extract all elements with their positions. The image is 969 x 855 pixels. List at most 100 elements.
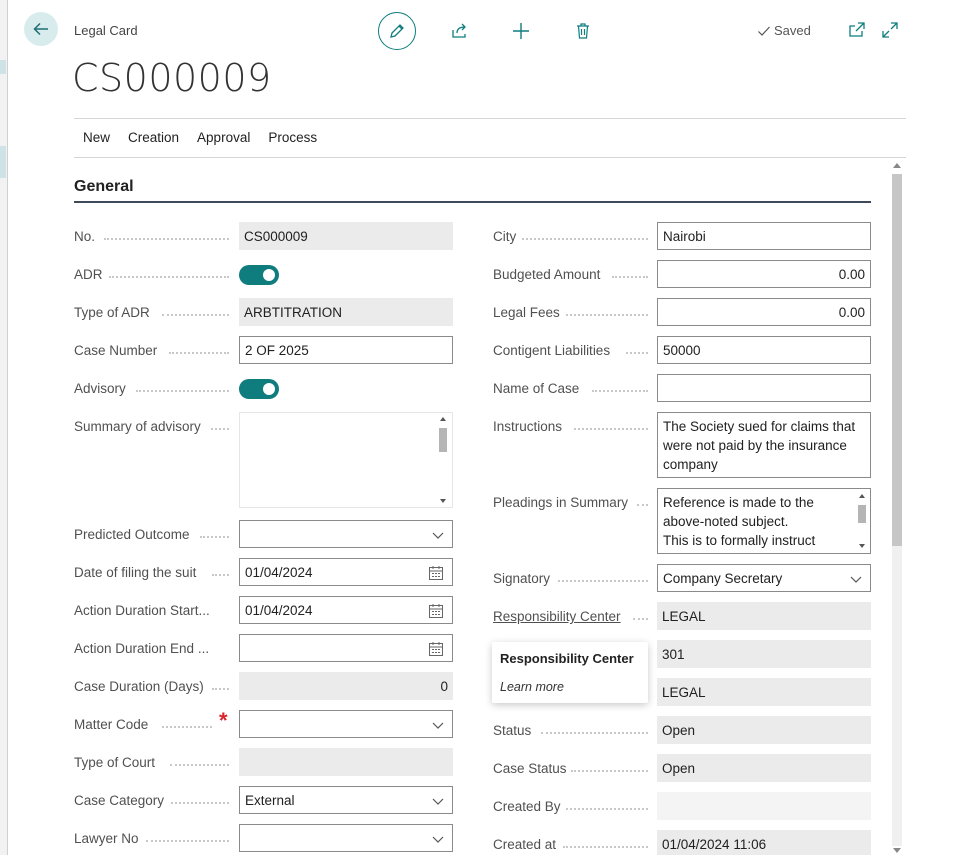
- status-field[interactable]: Open: [657, 716, 871, 744]
- summary-of-advisory-field[interactable]: [239, 412, 453, 508]
- name-of-case-field[interactable]: [657, 374, 871, 402]
- instructions-line: company: [663, 457, 718, 472]
- status-label: Status: [493, 723, 532, 738]
- budgeted-amount-label: Budgeted Amount: [493, 267, 601, 282]
- responsibility-center-field[interactable]: LEGAL: [657, 602, 871, 630]
- unlabeled-field[interactable]: LEGAL: [657, 678, 871, 706]
- header-divider: [74, 118, 906, 119]
- action-approval[interactable]: Approval: [188, 130, 259, 145]
- summary-of-advisory-label: Summary of advisory: [74, 419, 201, 434]
- no-label: No.: [74, 229, 96, 244]
- summary-scrollbar[interactable]: [437, 414, 449, 506]
- leader-dots: [633, 618, 648, 620]
- type-of-adr-label: Type of ADR: [74, 305, 150, 320]
- predicted-outcome-select[interactable]: [239, 520, 453, 548]
- budgeted-amount-field[interactable]: 0.00: [657, 260, 871, 288]
- scroll-thumb[interactable]: [892, 174, 902, 546]
- delete-button[interactable]: [572, 20, 594, 42]
- lawyer-no-select[interactable]: [239, 824, 453, 852]
- pleadings-scrollbar[interactable]: [856, 491, 868, 551]
- scroll-down-arrow[interactable]: [440, 499, 446, 503]
- responsibility-center-tooltip: Responsibility Center Learn more: [492, 642, 648, 703]
- leader-dots: [211, 428, 229, 430]
- expand-button[interactable]: [880, 20, 900, 40]
- scroll-down-arrow[interactable]: [893, 848, 901, 853]
- date-of-filing-value: 01/04/2024: [245, 564, 313, 580]
- created-at-field[interactable]: 01/04/2024 11:06: [657, 830, 871, 855]
- scroll-down-arrow[interactable]: [859, 544, 865, 548]
- date-of-filing-field[interactable]: 01/04/2024: [239, 558, 453, 586]
- add-button[interactable]: [510, 20, 532, 42]
- calendar-icon[interactable]: [428, 565, 444, 581]
- case-category-select[interactable]: External: [239, 786, 453, 814]
- legal-fees-field[interactable]: 0.00: [657, 298, 871, 326]
- calendar-icon[interactable]: [428, 603, 444, 619]
- leader-dots: [162, 726, 212, 728]
- city-field[interactable]: Nairobi: [657, 222, 871, 250]
- adr-label: ADR: [74, 267, 103, 282]
- adr-toggle[interactable]: [239, 265, 279, 285]
- action-duration-start-field[interactable]: 01/04/2024: [239, 596, 453, 624]
- signatory-label: Signatory: [493, 571, 551, 586]
- background-page-fragment: [0, 146, 6, 178]
- leader-dots: [171, 802, 229, 804]
- expand-icon: [882, 22, 898, 38]
- action-duration-end-label: Action Duration End ...: [74, 641, 210, 656]
- signatory-select[interactable]: Company Secretary: [657, 564, 871, 592]
- edit-button[interactable]: [378, 12, 416, 50]
- scroll-up-arrow[interactable]: [893, 163, 901, 168]
- action-creation[interactable]: Creation: [119, 130, 188, 145]
- share-icon: [452, 23, 466, 38]
- chevron-down-icon: [432, 722, 444, 729]
- action-new[interactable]: New: [74, 130, 119, 145]
- leader-dots: [571, 770, 648, 772]
- check-icon: [758, 26, 770, 36]
- leader-dots: [626, 352, 648, 354]
- scroll-thumb[interactable]: [439, 428, 447, 452]
- case-number-field[interactable]: 2 OF 2025: [239, 336, 453, 364]
- type-of-court-field[interactable]: [239, 748, 453, 776]
- contigent-liabilities-field[interactable]: 50000: [657, 336, 871, 364]
- leader-dots: [162, 314, 229, 316]
- matter-code-select[interactable]: [239, 710, 453, 738]
- breadcrumb: Legal Card: [74, 23, 138, 38]
- back-button[interactable]: [24, 12, 58, 46]
- chevron-down-icon: [432, 836, 444, 843]
- case-status-field[interactable]: Open: [657, 754, 871, 782]
- calendar-icon[interactable]: [428, 641, 444, 657]
- case-duration-field[interactable]: 0: [239, 672, 453, 700]
- case-number-label: Case Number: [74, 343, 158, 358]
- leader-dots: [146, 840, 229, 842]
- no-field[interactable]: CS000009: [239, 222, 453, 250]
- city-label: City: [493, 229, 517, 244]
- advisory-toggle[interactable]: [239, 379, 279, 399]
- learn-more-link[interactable]: Learn more: [500, 680, 640, 694]
- action-duration-start-label: Action Duration Start...: [74, 603, 210, 618]
- action-duration-end-field[interactable]: [239, 634, 453, 662]
- leader-dots: [212, 574, 229, 576]
- section-title[interactable]: General: [74, 178, 134, 196]
- instructions-field[interactable]: The Society sued for claims that were no…: [657, 412, 871, 478]
- pencil-icon: [390, 24, 404, 38]
- pleadings-in-summary-field[interactable]: Reference is made to the above-noted sub…: [657, 488, 871, 554]
- case-duration-label: Case Duration (Days): [74, 679, 204, 694]
- type-of-adr-field[interactable]: ARBTITRATION: [239, 298, 453, 326]
- scroll-thumb[interactable]: [858, 505, 866, 523]
- action-process[interactable]: Process: [259, 130, 326, 145]
- responsibility-center-label[interactable]: Responsibility Center: [493, 609, 621, 624]
- leader-dots: [200, 536, 229, 538]
- open-in-new-window-button[interactable]: [847, 20, 867, 40]
- created-by-label: Created By: [493, 799, 561, 814]
- leader-dots: [109, 276, 229, 278]
- scroll-up-arrow[interactable]: [440, 417, 446, 421]
- scroll-up-arrow[interactable]: [859, 494, 865, 498]
- pleadings-line: Reference is made to the: [663, 495, 814, 510]
- matter-code-label: Matter Code: [74, 717, 149, 732]
- unlabeled-field[interactable]: 301: [657, 640, 871, 668]
- predicted-outcome-label: Predicted Outcome: [74, 527, 190, 542]
- open-in-new-window-icon: [849, 22, 865, 37]
- share-button[interactable]: [448, 20, 470, 42]
- created-by-field[interactable]: [657, 792, 871, 820]
- leader-dots: [170, 764, 229, 766]
- page-scrollbar[interactable]: [890, 160, 904, 855]
